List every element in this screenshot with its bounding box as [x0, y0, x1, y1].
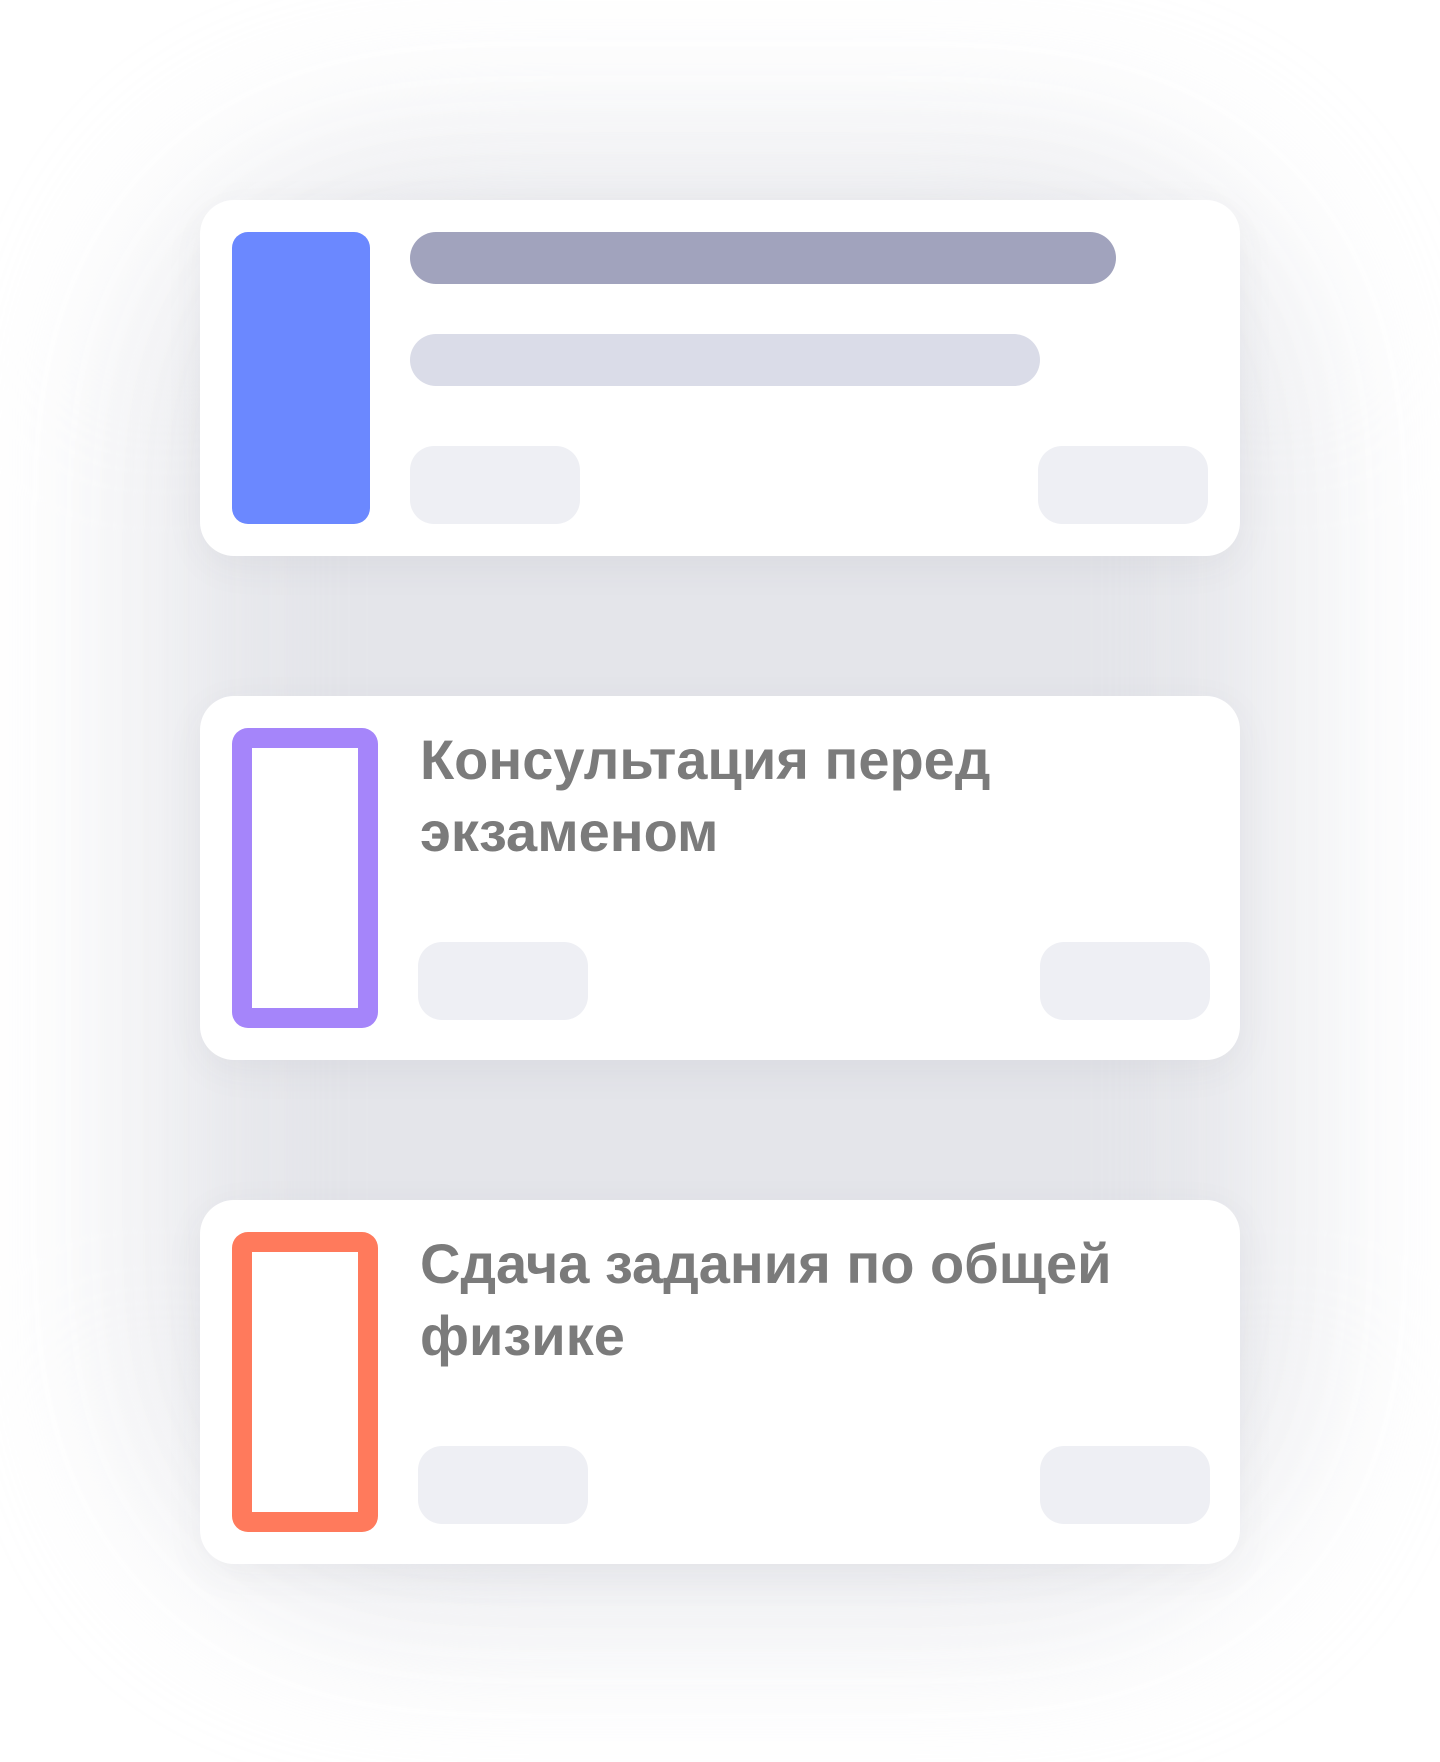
- event-chip-left: [418, 1446, 588, 1524]
- event-chip-left: [418, 942, 588, 1020]
- event-chip-right: [1040, 942, 1210, 1020]
- event-chip-right: [1040, 1446, 1210, 1524]
- event-card-consultation[interactable]: Консультация перед экзаменом: [200, 696, 1240, 1060]
- event-title: Сдача задания по общей физике: [420, 1232, 1112, 1367]
- event-card-skeleton[interactable]: [200, 200, 1240, 556]
- skeleton-title-line: [410, 232, 1116, 284]
- event-card-assignment[interactable]: Сдача задания по общей физике: [200, 1200, 1240, 1564]
- event-color-marker: [232, 1232, 378, 1532]
- event-title: Консультация перед экзаменом: [420, 728, 991, 863]
- event-color-marker: [232, 232, 370, 524]
- skeleton-chip-right: [1038, 446, 1208, 524]
- skeleton-chip-left: [410, 446, 580, 524]
- skeleton-subtitle-line: [410, 334, 1040, 386]
- event-color-marker: [232, 728, 378, 1028]
